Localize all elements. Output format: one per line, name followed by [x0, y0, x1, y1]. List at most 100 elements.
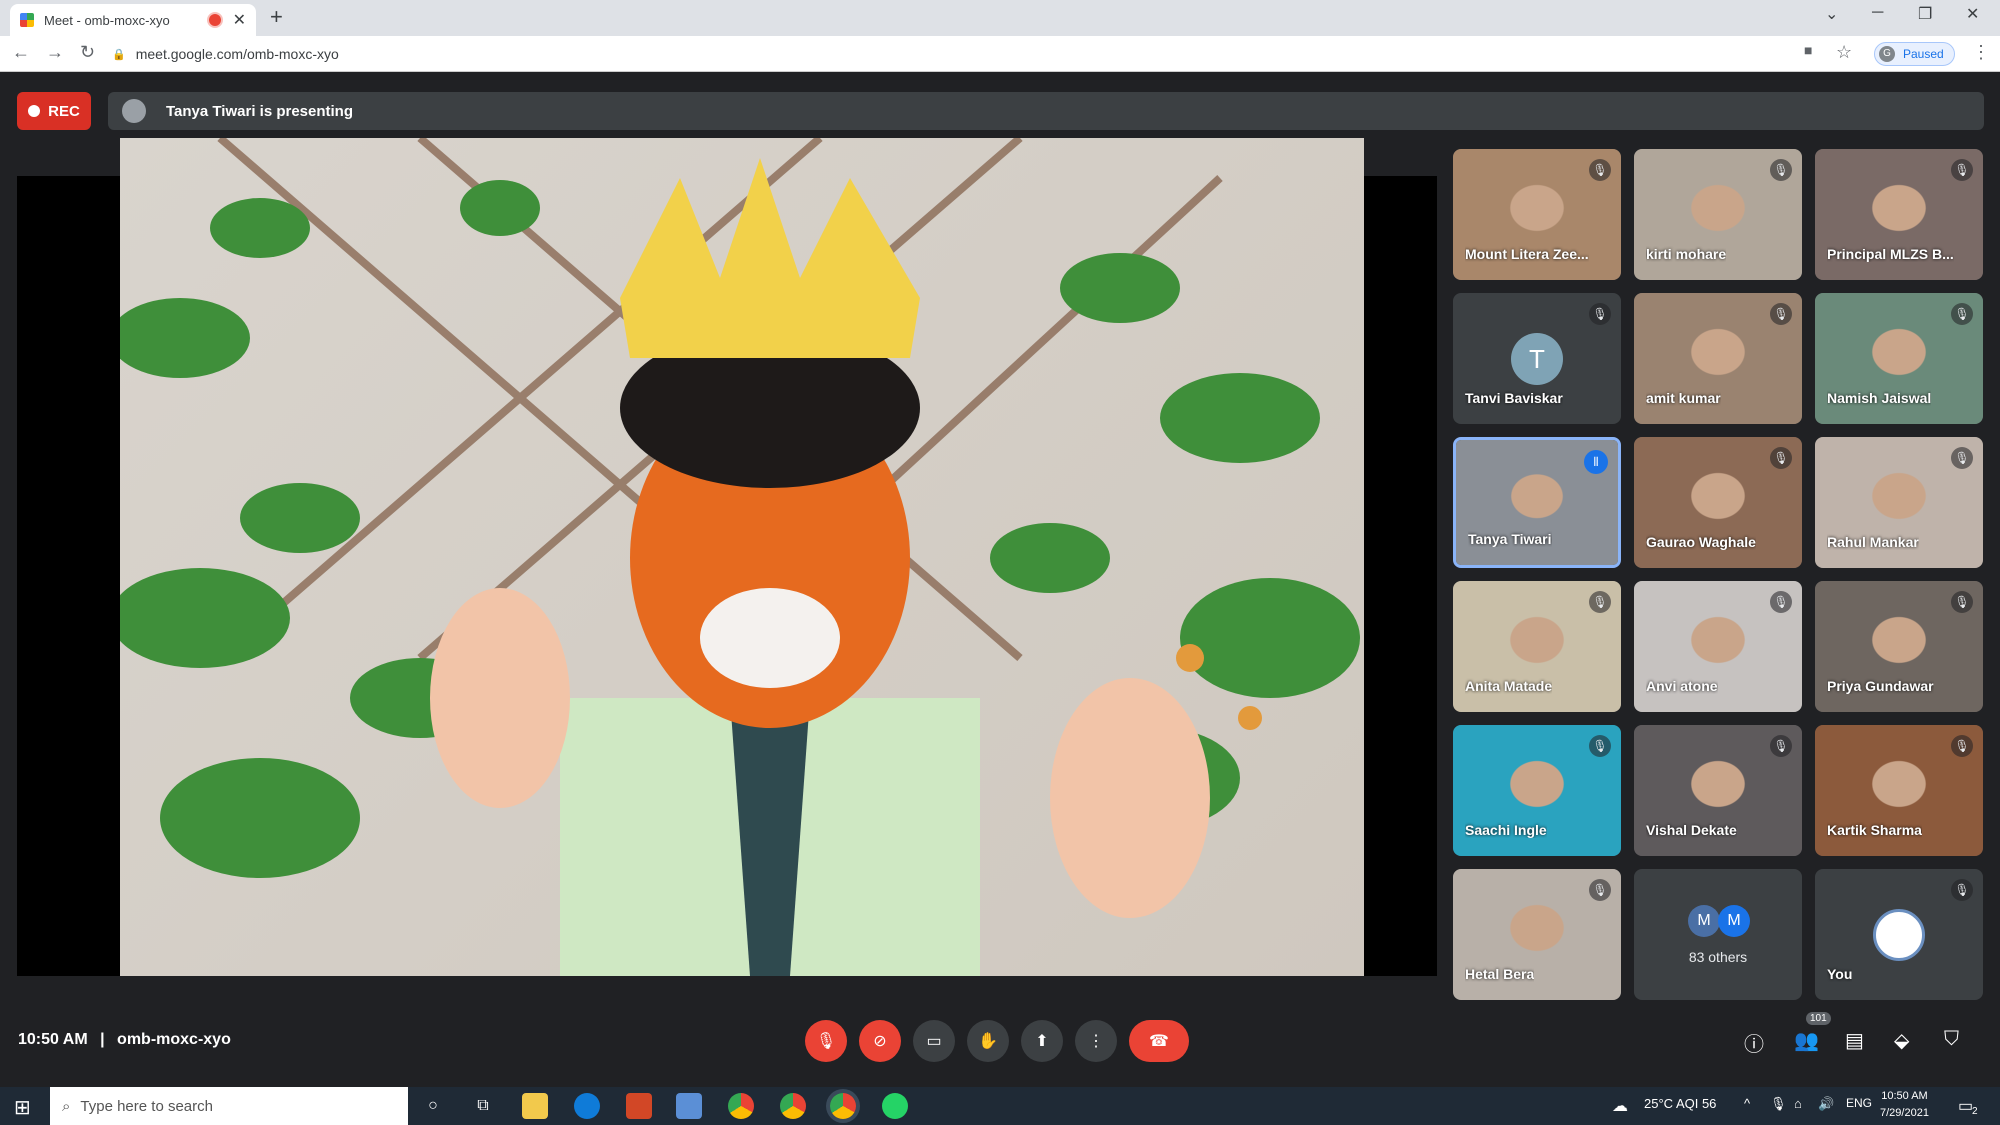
participant-tile[interactable]: 🎙 Priya Gundawar: [1815, 581, 1983, 712]
participant-tile[interactable]: 🎙 Anita Matade: [1453, 581, 1621, 712]
activities-icon[interactable]: ⬙: [1894, 1028, 1909, 1053]
taskbar-search[interactable]: ⌕ Type here to search: [50, 1087, 408, 1125]
raise-hand-button[interactable]: ✋: [967, 1020, 1009, 1062]
participant-name: Mount Litera Zee...: [1465, 246, 1589, 262]
browser-tab-meet[interactable]: Meet - omb-moxc-xyo ✕: [10, 4, 256, 36]
participant-tile[interactable]: 🎙 Saachi Ingle: [1453, 725, 1621, 856]
weather-text: 25°C AQI 56: [1644, 1096, 1717, 1111]
mic-muted-icon: 🎙: [1951, 879, 1973, 901]
whatsapp-icon[interactable]: [882, 1093, 908, 1119]
participant-name: Priya Gundawar: [1827, 678, 1934, 694]
present-now-button[interactable]: ⬆: [1021, 1020, 1063, 1062]
meeting-time: 10:50 AM: [18, 1031, 88, 1048]
hand-icon: ✋: [978, 1033, 998, 1050]
participant-name: Anita Matade: [1465, 678, 1553, 694]
chrome-active-icon[interactable]: [830, 1093, 856, 1119]
app-icon[interactable]: [676, 1093, 702, 1119]
restore-button[interactable]: ❐: [1918, 4, 1932, 24]
presentation-scene: [120, 138, 1360, 976]
people-icon[interactable]: 👥: [1794, 1028, 1819, 1053]
forward-icon[interactable]: →: [46, 42, 64, 63]
camera-off-button[interactable]: ⊘: [859, 1020, 901, 1062]
notification-icon[interactable]: ▭: [1958, 1096, 1973, 1116]
presented-video: [120, 138, 1364, 976]
participant-tile[interactable]: T 🎙 Tanvi Baviskar: [1453, 293, 1621, 424]
captions-icon: ▭: [926, 1033, 942, 1050]
more-vert-icon: ⋮: [1088, 1033, 1104, 1050]
bookmark-star-icon[interactable]: ☆: [1836, 42, 1852, 63]
participant-tile[interactable]: 🎙 Rahul Mankar: [1815, 437, 1983, 568]
weather-icon[interactable]: ☁: [1612, 1096, 1628, 1116]
participant-tile[interactable]: 🎙 Namish Jaiswal: [1815, 293, 1983, 424]
self-tile[interactable]: 🎙 You: [1815, 869, 1983, 1000]
mic-muted-icon: 🎙: [1951, 591, 1973, 613]
others-label: 83 others: [1688, 949, 1748, 965]
mic-muted-icon: 🎙: [1589, 303, 1611, 325]
cortana-icon[interactable]: ○: [420, 1093, 446, 1119]
browser-tab-bar: Meet - omb-moxc-xyo ✕ + ⌄ ─ ❐ ✕: [0, 0, 2000, 36]
participant-tile[interactable]: 🎙 Vishal Dekate: [1634, 725, 1802, 856]
edge-icon[interactable]: [574, 1093, 600, 1119]
tray-mic-icon[interactable]: 🎙: [1770, 1096, 1787, 1112]
camera-icon[interactable]: ■: [1804, 42, 1812, 58]
participant-name: amit kumar: [1646, 390, 1721, 406]
recording-badge: REC: [17, 92, 91, 130]
self-avatar: [1873, 909, 1925, 961]
meeting-details-icon[interactable]: ⓘ: [1744, 1028, 1764, 1057]
back-icon[interactable]: ←: [12, 42, 30, 63]
mic-muted-icon: 🎙: [1589, 159, 1611, 181]
tab-search-icon[interactable]: ⌄: [1825, 4, 1838, 24]
host-controls-icon[interactable]: ⛉: [1944, 1028, 1959, 1051]
mic-muted-icon: 🎙: [1951, 303, 1973, 325]
participant-tile[interactable]: 🎙 amit kumar: [1634, 293, 1802, 424]
presenter-avatar: [122, 99, 146, 123]
chat-icon[interactable]: ▤: [1845, 1028, 1864, 1053]
chrome-profile-icon[interactable]: [780, 1093, 806, 1119]
participant-name: kirti mohare: [1646, 246, 1727, 262]
chrome-icon[interactable]: [728, 1093, 754, 1119]
mic-muted-icon: 🎙: [1589, 735, 1611, 757]
leave-call-button[interactable]: ☎: [1129, 1020, 1189, 1062]
participant-tile[interactable]: 🎙 Mount Litera Zee...: [1453, 149, 1621, 280]
participant-name: Tanvi Baviskar: [1465, 390, 1563, 406]
participant-name: Vishal Dekate: [1646, 822, 1737, 838]
participant-tile[interactable]: 🎙 Principal MLZS B...: [1815, 149, 1983, 280]
new-tab-button[interactable]: +: [270, 4, 283, 30]
mic-muted-icon: 🎙: [1770, 735, 1792, 757]
task-view-icon[interactable]: ⧉: [470, 1093, 496, 1119]
close-tab-icon[interactable]: ✕: [233, 10, 246, 30]
address-bar[interactable]: 🔒 meet.google.com/omb-moxc-xyo: [112, 41, 1812, 67]
captions-button[interactable]: ▭: [913, 1020, 955, 1062]
profile-button[interactable]: G Paused: [1874, 42, 1955, 66]
browser-toolbar: ← → ↻ 🔒 meet.google.com/omb-moxc-xyo ■ ☆…: [0, 36, 2000, 72]
powerpoint-icon[interactable]: [626, 1093, 652, 1119]
volume-icon[interactable]: 🔊: [1818, 1096, 1834, 1112]
participant-tile[interactable]: 🎙 kirti mohare: [1634, 149, 1802, 280]
microphone-off-button[interactable]: 🎙: [805, 1020, 847, 1062]
camera-off-icon: ⊘: [873, 1033, 887, 1050]
windows-start-icon[interactable]: ⊞: [14, 1095, 31, 1120]
participant-tile[interactable]: 🎙 Gaurao Waghale: [1634, 437, 1802, 568]
language-indicator[interactable]: ENG: [1846, 1096, 1872, 1110]
taskbar-clock[interactable]: 10:50 AM 7/29/2021: [1880, 1088, 1929, 1122]
file-explorer-icon[interactable]: [522, 1093, 548, 1119]
minimize-button[interactable]: ─: [1872, 4, 1883, 22]
more-options-button[interactable]: ⋮: [1075, 1020, 1117, 1062]
close-window-button[interactable]: ✕: [1966, 4, 1979, 24]
participant-tile[interactable]: 🎙 Kartik Sharma: [1815, 725, 1983, 856]
info-separator: |: [100, 1031, 105, 1048]
tray-expand-icon[interactable]: ^: [1744, 1096, 1750, 1111]
mic-muted-icon: 🎙: [1770, 447, 1792, 469]
mic-off-icon: 🎙: [815, 1033, 837, 1050]
taskbar-search-placeholder: Type here to search: [80, 1097, 213, 1115]
reload-icon[interactable]: ↻: [80, 42, 95, 63]
participant-tile[interactable]: 🎙 Hetal Bera: [1453, 869, 1621, 1000]
participant-tile[interactable]: 🎙 Anvi atone: [1634, 581, 1802, 712]
participant-tile[interactable]: ⦀ Tanya Tiwari: [1453, 437, 1621, 568]
mic-muted-icon: 🎙: [1770, 303, 1792, 325]
network-icon[interactable]: ⌂: [1794, 1096, 1802, 1111]
others-tile[interactable]: M M 83 others: [1634, 869, 1802, 1000]
mic-muted-icon: 🎙: [1770, 159, 1792, 181]
participant-name: Tanya Tiwari: [1468, 531, 1552, 547]
browser-menu-icon[interactable]: ⋮: [1972, 42, 1990, 63]
